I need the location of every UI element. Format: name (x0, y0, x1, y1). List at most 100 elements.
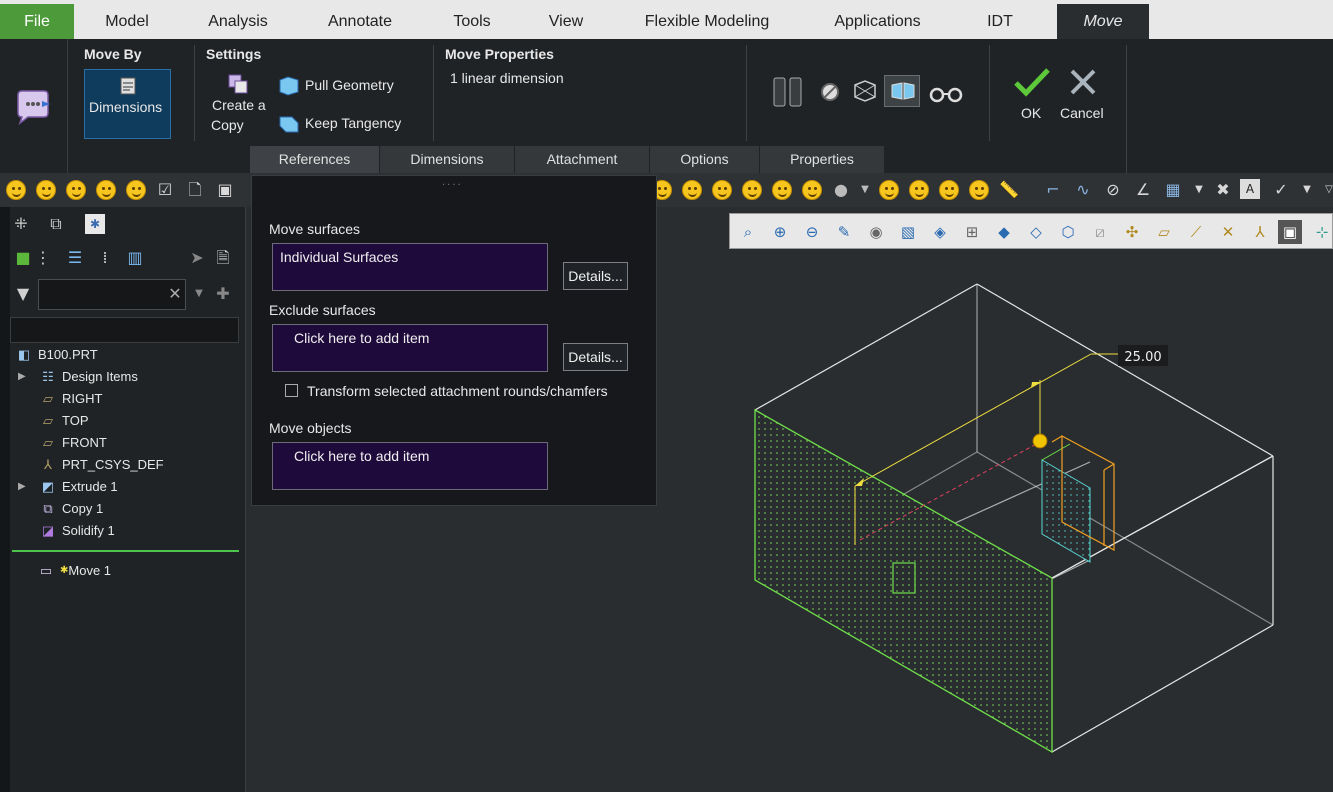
expand-arrow-icon[interactable]: ▶ (18, 371, 26, 382)
tree-columns-icon[interactable]: ⁞ (94, 247, 116, 269)
tree-item-top[interactable]: ▱ TOP (38, 411, 89, 431)
filter-icon[interactable]: ▼ (12, 283, 34, 305)
smiley-icon[interactable] (66, 180, 86, 200)
model-tree-tab-icon[interactable]: ⁜ (10, 213, 32, 235)
tree-settings-icon[interactable]: ☰ (64, 247, 86, 269)
move-surfaces-collector[interactable]: Individual Surfaces (272, 243, 548, 291)
smiley-icon[interactable] (969, 180, 989, 200)
tab-file[interactable]: File (0, 4, 74, 39)
ruler-icon[interactable]: 📏 (998, 179, 1020, 201)
no-hidden-icon[interactable]: ⊘ (1102, 179, 1124, 201)
close-x-icon[interactable]: ✖ (1212, 179, 1234, 201)
tree-item-design-items[interactable]: ☷ Design Items (38, 367, 138, 387)
dropdown-arrow-icon[interactable]: ▼ (854, 179, 876, 201)
smiley-icon[interactable] (802, 180, 822, 200)
smiley-icon[interactable] (126, 180, 146, 200)
tab-view[interactable]: View (534, 4, 598, 39)
subtab-dimensions[interactable]: Dimensions (380, 146, 515, 173)
smiley-icon[interactable] (96, 180, 116, 200)
favorites-tab-icon[interactable]: ✱ (85, 214, 105, 234)
tree-item-front[interactable]: ▱ FRONT (38, 433, 107, 453)
smiley-icon[interactable] (909, 180, 929, 200)
smiley-icon[interactable] (939, 180, 959, 200)
curve-icon[interactable]: ∿ (1072, 179, 1094, 201)
new-file-icon[interactable]: 🗋 (184, 179, 206, 201)
exclude-surfaces-label: Exclude surfaces (269, 302, 376, 318)
add-filter-icon[interactable]: ✚ (212, 283, 234, 305)
tab-applications[interactable]: Applications (815, 4, 940, 39)
copy-icon: ⧉ (43, 501, 53, 516)
tab-idt[interactable]: IDT (970, 4, 1030, 39)
tab-annotate[interactable]: Annotate (310, 4, 410, 39)
dropdown-arrow-icon[interactable]: ▼ (1296, 179, 1318, 201)
expand-arrow-icon[interactable]: ▶ (18, 481, 26, 492)
sketch-icon[interactable]: ⌐ (1042, 179, 1064, 201)
subtab-properties[interactable]: Properties (760, 146, 885, 173)
transform-rounds-checkbox[interactable] (285, 384, 298, 397)
cancel-button[interactable]: Cancel (1058, 67, 1110, 127)
move-surfaces-details-button[interactable]: Details... (563, 262, 628, 290)
dropdown-arrow-icon[interactable]: ▼ (1188, 179, 1210, 201)
tree-item-extrude-1[interactable]: ◩ Extrude 1 (38, 477, 118, 497)
move-feature-icon: ▭ (39, 563, 53, 578)
verify-glasses-icon[interactable] (928, 83, 964, 103)
no-preview-icon[interactable] (820, 82, 840, 102)
tree-item-copy-1[interactable]: ⧉ Copy 1 (38, 499, 103, 519)
tab-model[interactable]: Model (84, 4, 170, 39)
save-icon[interactable]: ▣ (214, 179, 236, 201)
dynamic-preview-button[interactable] (884, 75, 920, 107)
layout-icon[interactable]: ▦ (1162, 179, 1184, 201)
filter-dropdown-icon[interactable]: ▼ (188, 283, 210, 305)
smiley-icon[interactable] (879, 180, 899, 200)
tab-tools[interactable]: Tools (438, 4, 506, 39)
tree-search-bar[interactable] (10, 317, 239, 343)
smiley-icon[interactable] (742, 180, 762, 200)
subtab-options[interactable]: Options (650, 146, 760, 173)
arrow-right-icon[interactable]: ➤ (186, 247, 208, 269)
pause-icon[interactable] (772, 77, 804, 107)
subtab-references[interactable]: References (250, 146, 380, 173)
tab-analysis[interactable]: Analysis (192, 4, 284, 39)
feature-cube-icon[interactable]: ■ (12, 247, 34, 269)
separate-preview-icon[interactable] (851, 79, 879, 103)
smiley-icon[interactable] (712, 180, 732, 200)
move-objects-collector[interactable]: Click here to add item (272, 442, 548, 490)
model-tree-panel: ⁜ ⧉ ✱ ■ ⋮ ☰ ⁞ ▥ ➤ 🗎 ▼ ✕ ▼ ✚ ◧ B100.PRT ▶ … (0, 207, 246, 792)
exclude-surfaces-collector[interactable]: Click here to add item (272, 324, 548, 372)
smiley-icon[interactable] (772, 180, 792, 200)
ok-button[interactable]: OK (1008, 67, 1054, 127)
keep-tangency-checkbox[interactable]: Keep Tangency (278, 113, 428, 135)
move-surfaces-label: Move surfaces (269, 221, 361, 237)
smiley-icon[interactable] (6, 180, 26, 200)
dimension-value[interactable]: 25.00 (1124, 350, 1161, 365)
navigator-strip (0, 207, 10, 792)
tab-move[interactable]: Move (1057, 4, 1149, 39)
panel-grip-icon[interactable]: ···· (442, 180, 463, 191)
tab-flexible-modeling[interactable]: Flexible Modeling (626, 4, 788, 39)
pull-geometry-checkbox[interactable]: Pull Geometry (278, 75, 428, 97)
angle-icon[interactable]: ∠ (1132, 179, 1154, 201)
ribbon-tab-bar: File Model Analysis Annotate Tools View … (0, 0, 1333, 39)
show-icon[interactable]: ▥ (124, 247, 146, 269)
overflow-arrow-icon[interactable]: ▽ (1318, 179, 1333, 201)
smiley-icon[interactable] (36, 180, 56, 200)
subtab-attachment[interactable]: Attachment (515, 146, 650, 173)
smiley-icon[interactable] (682, 180, 702, 200)
more-options-icon[interactable]: ⋮ (32, 247, 54, 269)
filter-check-icon[interactable]: ✓ (1270, 179, 1292, 201)
dimensions-button[interactable]: Dimensions (84, 69, 171, 139)
tree-item-right[interactable]: ▱ RIGHT (38, 389, 102, 409)
insert-here-line[interactable] (12, 550, 239, 552)
tree-item-solidify-1[interactable]: ◪ Solidify 1 (38, 521, 115, 541)
folder-browser-tab-icon[interactable]: ⧉ (45, 213, 67, 235)
document-icon[interactable]: 🗎 (212, 247, 234, 269)
checklist-icon[interactable]: ☑ (154, 179, 176, 201)
tree-item-prt-csys-def[interactable]: ⅄ PRT_CSYS_DEF (38, 455, 164, 475)
tree-item-move-1[interactable]: ▭ ✱Move 1 (36, 561, 111, 581)
annotation-a-icon[interactable]: A (1240, 179, 1260, 199)
clear-filter-icon[interactable]: ✕ (164, 283, 186, 305)
exclude-surfaces-details-button[interactable]: Details... (563, 343, 628, 371)
create-copy-button[interactable]: Create a Copy (207, 71, 273, 137)
appearance-sphere-icon[interactable]: ● (830, 179, 852, 201)
tree-item-b100-prt[interactable]: ◧ B100.PRT (14, 345, 98, 365)
